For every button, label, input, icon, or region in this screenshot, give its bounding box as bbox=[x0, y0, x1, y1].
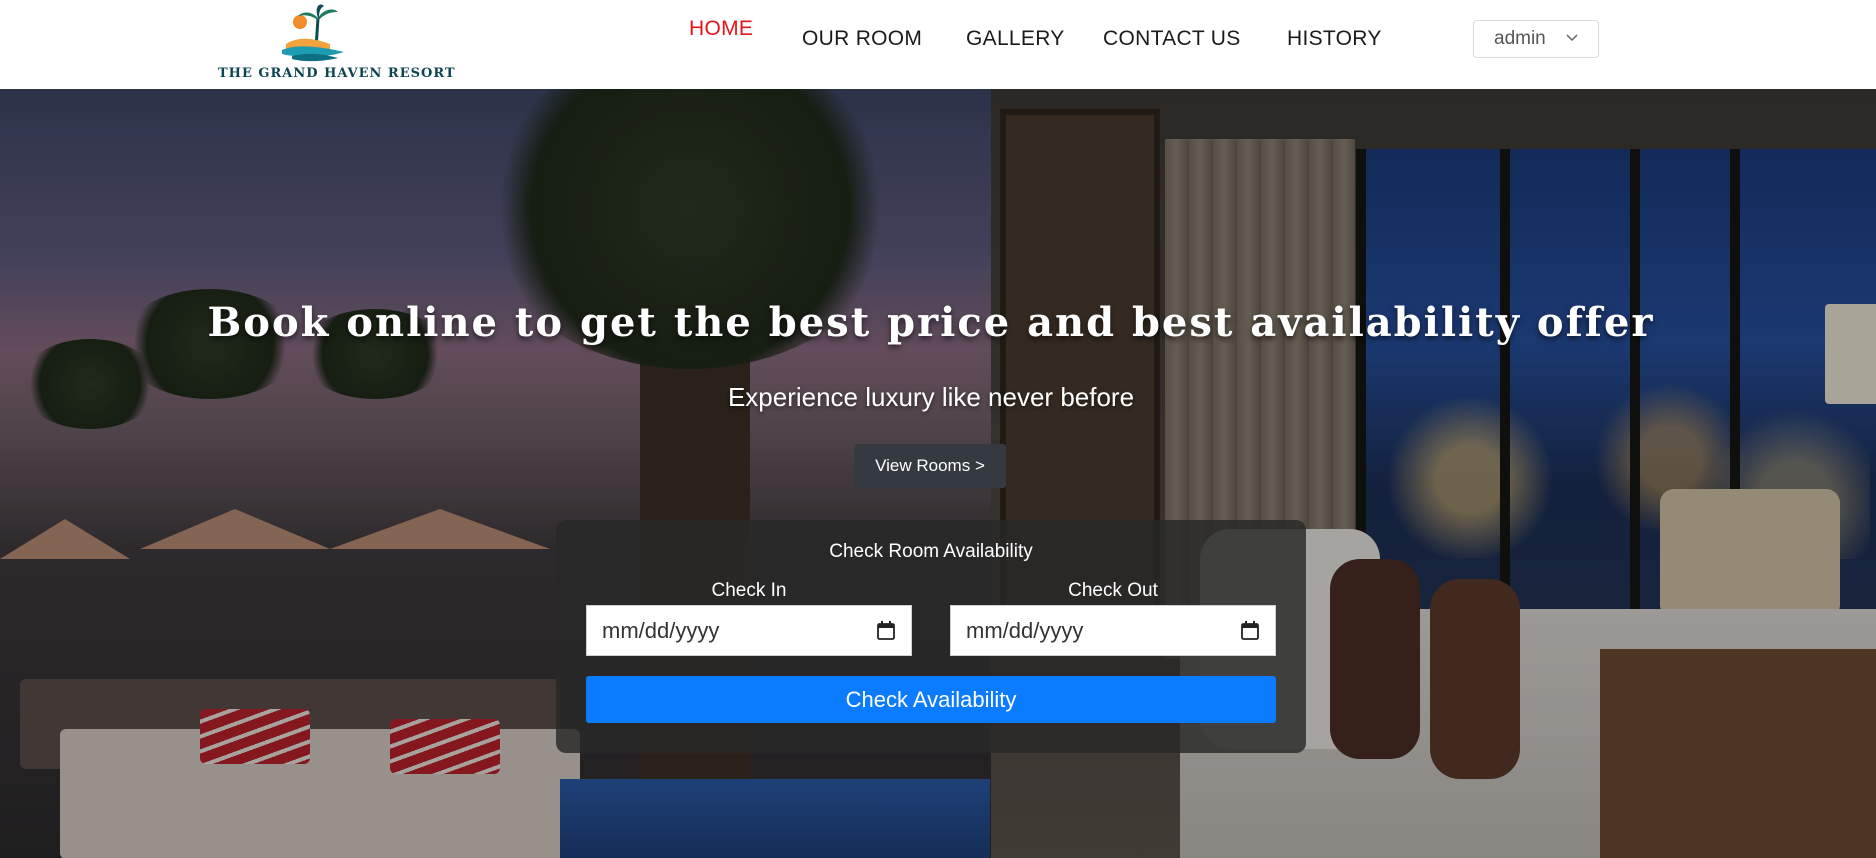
user-menu-label: admin bbox=[1494, 28, 1546, 49]
check-out-label: Check Out bbox=[1068, 580, 1158, 601]
calendar-icon[interactable] bbox=[1241, 621, 1259, 640]
hero-banner: Book online to get the best price and be… bbox=[0, 89, 1876, 858]
hero-subtitle: Experience luxury like never before bbox=[727, 382, 1135, 412]
availability-title: Check Room Availability bbox=[829, 541, 1033, 562]
check-out-placeholder: mm/dd/yyyy bbox=[966, 617, 1084, 643]
nav-contact-us[interactable]: CONTACT US bbox=[1103, 27, 1241, 51]
nav-gallery[interactable]: GALLERY bbox=[966, 27, 1065, 51]
check-in-label: Check In bbox=[711, 580, 787, 601]
check-in-date-input[interactable]: mm/dd/yyyy bbox=[586, 605, 912, 656]
site-header: THE GRAND HAVEN RESORT HOME OUR ROOM GAL… bbox=[0, 0, 1876, 89]
view-rooms-button[interactable]: View Rooms > bbox=[854, 444, 1006, 488]
brand-name: THE GRAND HAVEN RESORT bbox=[218, 66, 456, 81]
hero-title: Book online to get the best price and be… bbox=[207, 299, 1655, 346]
calendar-icon[interactable] bbox=[877, 621, 895, 640]
nav-history[interactable]: HISTORY bbox=[1287, 27, 1382, 51]
chevron-down-icon bbox=[1566, 34, 1578, 42]
check-availability-button[interactable]: Check Availability bbox=[586, 676, 1276, 723]
check-in-placeholder: mm/dd/yyyy bbox=[602, 617, 720, 643]
user-menu-dropdown[interactable]: admin bbox=[1473, 20, 1599, 58]
check-out-date-input[interactable]: mm/dd/yyyy bbox=[950, 605, 1276, 656]
palm-beach-logo-icon bbox=[282, 4, 344, 62]
brand-logo[interactable]: THE GRAND HAVEN RESORT bbox=[218, 4, 456, 84]
nav-home[interactable]: HOME bbox=[689, 17, 753, 41]
nav-our-room[interactable]: OUR ROOM bbox=[802, 27, 922, 51]
availability-panel: Check Room Availability Check In mm/dd/y… bbox=[556, 520, 1306, 753]
